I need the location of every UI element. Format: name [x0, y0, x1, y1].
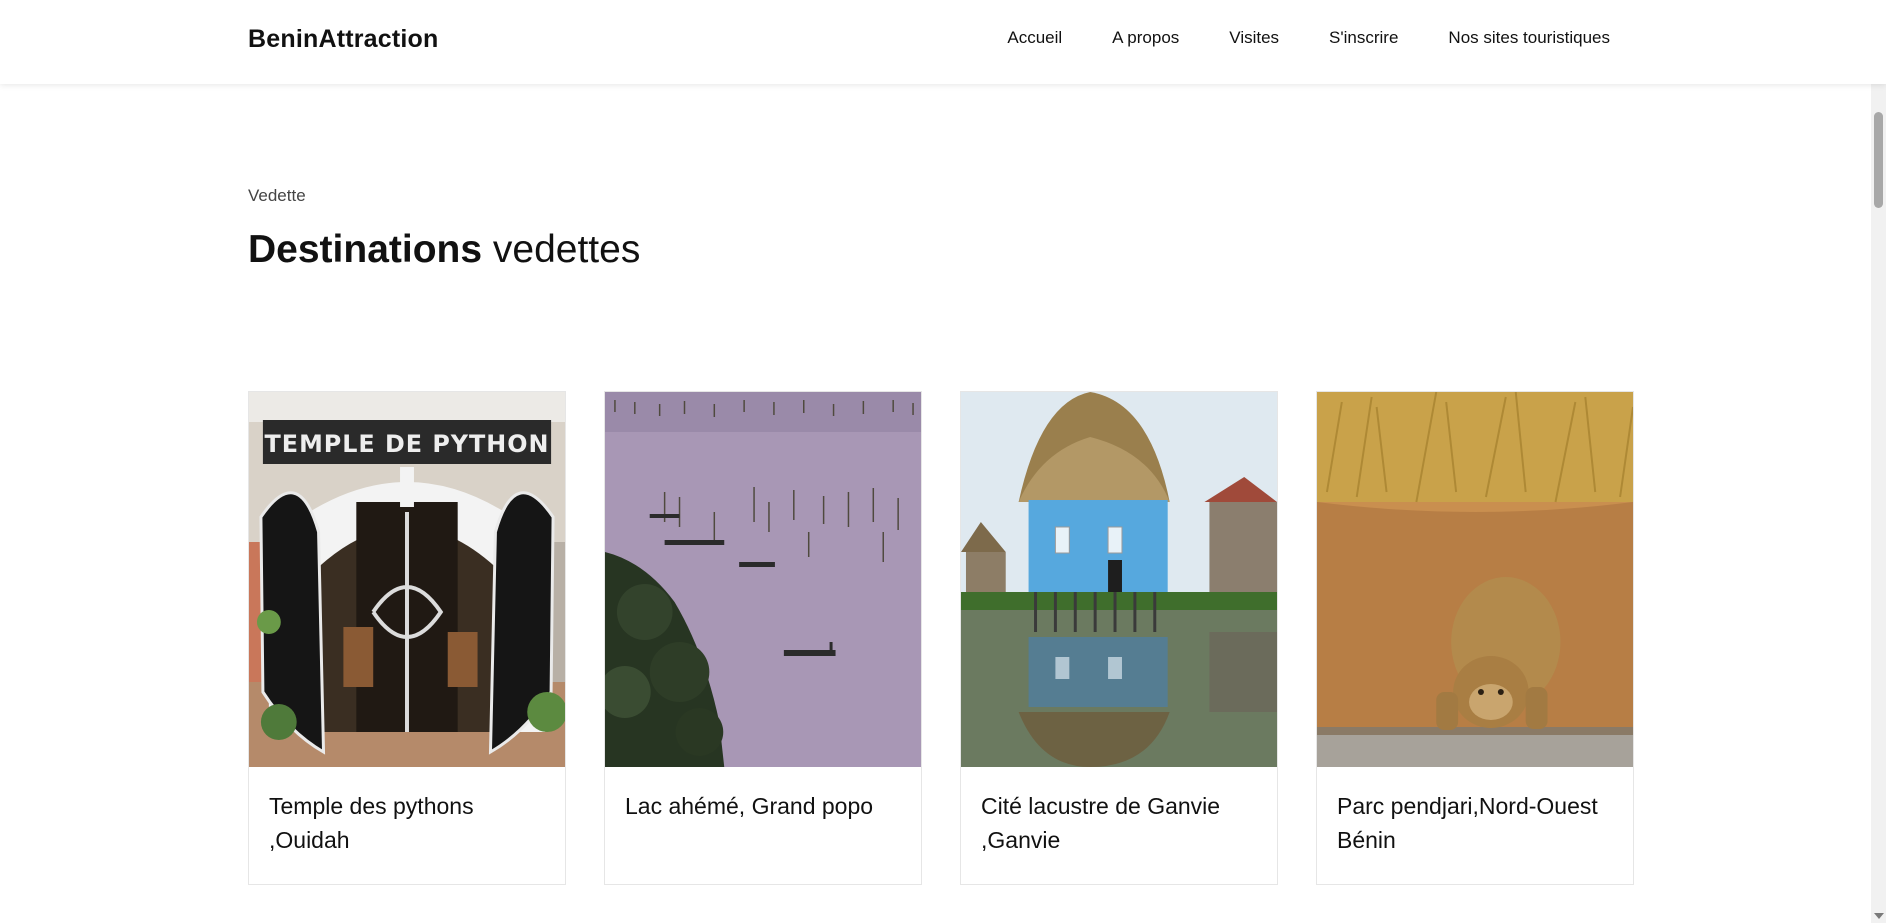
section-heading-bold: Destinations [248, 228, 483, 271]
scrollbar-thumb[interactable] [1874, 112, 1883, 208]
vertical-scrollbar[interactable] [1871, 0, 1886, 923]
lake-photo [605, 392, 921, 767]
temple-sign-text: TEMPLE DE PYTHON [265, 430, 550, 458]
destination-cards: TEMPLE DE PYTHON Temple des pythons ,Oui… [248, 391, 1634, 885]
card-title[interactable]: Parc pendjari,Nord-Ouest Bénin [1317, 767, 1633, 857]
destination-card[interactable]: TEMPLE DE PYTHON Temple des pythons ,Oui… [248, 391, 566, 885]
card-title[interactable]: Cité lacustre de Ganvie ,Ganvie [961, 767, 1277, 857]
nav-link-sinscrire[interactable]: S'inscrire [1329, 28, 1398, 48]
main-nav: Accueil A propos Visites S'inscrire Nos … [1007, 28, 1610, 48]
page: BeninAttraction Accueil A propos Visites… [0, 0, 1886, 923]
stilt-house-photo [961, 392, 1277, 767]
section-heading: Destinations vedettes [248, 228, 640, 272]
nav-link-sites-touristiques[interactable]: Nos sites touristiques [1448, 28, 1610, 48]
nav-link-visites[interactable]: Visites [1229, 28, 1279, 48]
top-navbar: BeninAttraction Accueil A propos Visites… [0, 0, 1886, 84]
destination-card[interactable]: Lac ahémé, Grand popo [604, 391, 922, 885]
card-title[interactable]: Lac ahémé, Grand popo [605, 767, 921, 823]
section-heading-rest: vedettes [482, 228, 641, 271]
nav-link-a-propos[interactable]: A propos [1112, 28, 1179, 48]
nav-link-accueil[interactable]: Accueil [1007, 28, 1062, 48]
card-title[interactable]: Temple des pythons ,Ouidah [249, 767, 565, 857]
brand-logo-link[interactable]: BeninAttraction [248, 25, 439, 54]
temple-photo: TEMPLE DE PYTHON [249, 392, 565, 767]
scroll-down-arrow-icon[interactable] [1874, 913, 1884, 919]
destination-card[interactable]: Parc pendjari,Nord-Ouest Bénin [1316, 391, 1634, 885]
section-eyebrow: Vedette [248, 186, 306, 205]
lion-photo [1317, 392, 1633, 767]
destination-card[interactable]: Cité lacustre de Ganvie ,Ganvie [960, 391, 1278, 885]
